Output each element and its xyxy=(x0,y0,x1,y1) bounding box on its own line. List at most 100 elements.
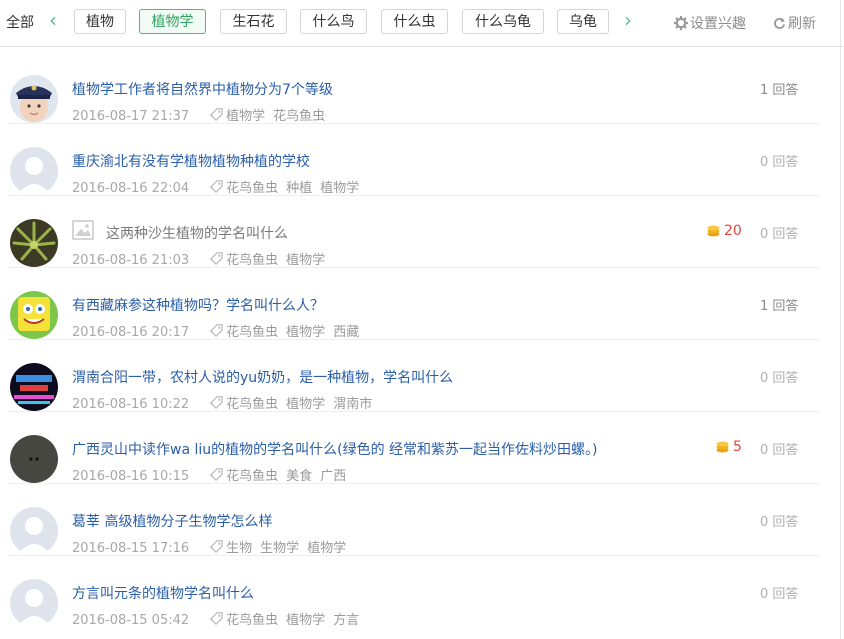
all-tags-link[interactable]: 全部 xyxy=(6,12,34,32)
question-tag-link[interactable]: 植物学 xyxy=(226,109,265,124)
question-time: 2016-08-16 10:22 xyxy=(72,397,190,412)
user-avatar[interactable] xyxy=(10,219,58,267)
question-tag-link[interactable]: 花鸟鱼虫 xyxy=(226,325,278,340)
tag-icon xyxy=(210,612,223,625)
tag-icon xyxy=(210,540,223,553)
question-title-link[interactable]: 葛莘 高级植物分子生物学怎么样 xyxy=(72,511,272,531)
bounty-badge: 5 xyxy=(716,439,742,455)
question-meta: 2016-08-16 22:04 花鸟鱼虫 种植 植物学 xyxy=(72,177,367,196)
tag-button-5[interactable]: 什么乌龟 xyxy=(462,9,544,34)
refresh-label: 刷新 xyxy=(788,16,816,32)
question-row: 渭南合阳一带，农村人说的yu奶奶，是一种植物，学名叫什么 2016-08-16 … xyxy=(0,340,844,412)
question-tag-link[interactable]: 花鸟鱼虫 xyxy=(226,397,278,412)
question-tag-link[interactable]: 方言 xyxy=(333,613,359,628)
answer-count[interactable]: 0 回答 xyxy=(760,439,798,458)
user-avatar[interactable] xyxy=(10,507,58,555)
question-time: 2016-08-15 05:42 xyxy=(72,613,190,628)
question-time: 2016-08-16 22:04 xyxy=(72,181,190,196)
question-title-link[interactable]: 重庆渝北有没有学植物植物种植的学校 xyxy=(72,151,310,171)
question-row: 这两种沙生植物的学名叫什么 2016-08-16 21:03 花鸟鱼虫 植物学 20… xyxy=(0,196,844,268)
refresh-icon xyxy=(774,17,786,29)
answer-count[interactable]: 0 回答 xyxy=(760,223,798,242)
question-tag-link[interactable]: 广西 xyxy=(320,469,346,484)
tag-button-1[interactable]: 植物学 xyxy=(139,9,206,34)
tag-icon xyxy=(210,108,223,121)
question-tag-link[interactable]: 种植 xyxy=(286,181,312,196)
user-avatar[interactable] xyxy=(10,147,58,195)
question-title-link[interactable]: 有西藏麻参这种植物吗？学名叫什么人？ xyxy=(72,295,324,315)
question-meta: 2016-08-16 21:03 花鸟鱼虫 植物学 xyxy=(72,249,333,268)
question-tag-link[interactable]: 花鸟鱼虫 xyxy=(226,613,278,628)
tag-icon xyxy=(210,468,223,481)
question-title-link[interactable]: 渭南合阳一带，农村人说的yu奶奶，是一种植物，学名叫什么 xyxy=(72,367,453,387)
question-tag-link[interactable]: 植物学 xyxy=(320,181,359,196)
user-avatar[interactable] xyxy=(10,75,58,123)
question-tag-link[interactable]: 花鸟鱼虫 xyxy=(226,253,278,268)
refresh-button[interactable]: 刷新 xyxy=(773,13,816,33)
question-meta: 2016-08-16 10:22 花鸟鱼虫 植物学 渭南市 xyxy=(72,393,380,412)
tag-icon xyxy=(210,324,223,337)
answer-count[interactable]: 1 回答 xyxy=(760,295,798,314)
settings-interest-label: 设置兴趣 xyxy=(690,16,746,32)
question-tag-link[interactable]: 花鸟鱼虫 xyxy=(226,181,278,196)
question-row: 重庆渝北有没有学植物植物种植的学校 2016-08-16 22:04 花鸟鱼虫 种植… xyxy=(0,124,844,196)
answer-count[interactable]: 0 回答 xyxy=(760,367,798,386)
user-avatar[interactable] xyxy=(10,291,58,339)
question-tag-link[interactable]: 生物学 xyxy=(260,541,299,556)
question-tag-link[interactable]: 植物学 xyxy=(286,397,325,412)
question-tag-link[interactable]: 植物学 xyxy=(286,253,325,268)
question-meta: 2016-08-16 10:15 花鸟鱼虫 美食 广西 xyxy=(72,465,354,484)
tag-button-6[interactable]: 乌龟 xyxy=(557,9,609,34)
image-attachment-icon xyxy=(72,220,94,240)
question-title-link[interactable]: 植物学工作者将自然界中植物分为7个等级 xyxy=(72,79,333,99)
question-row: 葛莘 高级植物分子生物学怎么样 2016-08-15 17:16 生物 生物学 植物学… xyxy=(0,484,844,556)
tag-button-2[interactable]: 生石花 xyxy=(220,9,287,34)
settings-interest-button[interactable]: 设置兴趣 xyxy=(673,13,746,33)
bounty-amount: 5 xyxy=(733,439,742,455)
question-list: 植物学工作者将自然界中植物分为7个等级 2016-08-17 21:37 植物学花… xyxy=(0,52,844,628)
tag-button-0[interactable]: 植物 xyxy=(74,9,126,34)
question-row: 有西藏麻参这种植物吗？学名叫什么人？ 2016-08-16 20:17 花鸟鱼虫植… xyxy=(0,268,844,340)
bounty-badge: 20 xyxy=(707,223,742,239)
coin-icon xyxy=(716,441,729,453)
question-meta: 2016-08-15 05:42 花鸟鱼虫 植物学 方言 xyxy=(72,609,367,628)
user-avatar[interactable] xyxy=(10,579,58,627)
question-title-link[interactable]: 这两种沙生植物的学名叫什么 xyxy=(106,223,288,243)
question-tag-link[interactable]: 西藏 xyxy=(333,325,359,340)
question-meta: 2016-08-15 17:16 生物 生物学 植物学 xyxy=(72,537,354,556)
question-title-link[interactable]: 方言叫元条的植物学名叫什么 xyxy=(72,583,254,603)
scroll-left-arrow-icon[interactable]: ‹ xyxy=(49,8,57,32)
question-meta: 2016-08-17 21:37 植物学 花鸟鱼虫 xyxy=(72,105,333,124)
question-tag-link[interactable]: 植物学 xyxy=(286,613,325,628)
question-title-link[interactable]: 广西灵山中读作wa liu的植物的学名叫什么(绿色的 经常和紫苏一起当作佐料炒田… xyxy=(72,439,598,459)
question-tag-link[interactable]: 美食 xyxy=(286,469,312,484)
question-time: 2016-08-17 21:37 xyxy=(72,109,190,124)
question-tag-link[interactable]: 渭南市 xyxy=(333,397,372,412)
tag-button-3[interactable]: 什么鸟 xyxy=(300,9,367,34)
question-tag-link[interactable]: 植物学 xyxy=(286,325,325,340)
coin-icon xyxy=(707,225,720,237)
scroll-right-arrow-icon[interactable]: › xyxy=(624,8,632,32)
answer-count[interactable]: 0 回答 xyxy=(760,151,798,170)
interest-tag-bar: 全部 ‹ 植物 植物学 生石花 什么鸟 什么虫 什么乌龟 乌龟 › 设置兴趣 刷… xyxy=(0,0,844,47)
tag-icon xyxy=(210,252,223,265)
question-row: 方言叫元条的植物学名叫什么 2016-08-15 05:42 花鸟鱼虫 植物学 方言 … xyxy=(0,556,844,628)
bounty-amount: 20 xyxy=(724,223,742,239)
answer-count[interactable]: 0 回答 xyxy=(760,583,798,602)
user-avatar[interactable] xyxy=(10,435,58,483)
question-tag-link[interactable]: 生物 xyxy=(226,541,252,556)
user-avatar[interactable] xyxy=(10,363,58,411)
answer-count[interactable]: 1 回答 xyxy=(760,79,798,98)
question-tag-link[interactable]: 花鸟鱼虫 xyxy=(226,469,278,484)
question-time: 2016-08-15 17:16 xyxy=(72,541,190,556)
question-tag-link[interactable]: 植物学 xyxy=(307,541,346,556)
tag-icon xyxy=(210,180,223,193)
question-tag-link[interactable]: 花鸟鱼虫 xyxy=(273,109,325,124)
question-time: 2016-08-16 10:15 xyxy=(72,469,190,484)
question-row: 植物学工作者将自然界中植物分为7个等级 2016-08-17 21:37 植物学花… xyxy=(0,52,844,124)
answer-count[interactable]: 0 回答 xyxy=(760,511,798,530)
question-meta: 2016-08-16 20:17 花鸟鱼虫 植物学 西藏 xyxy=(72,321,367,340)
question-time: 2016-08-16 20:17 xyxy=(72,325,190,340)
gear-icon xyxy=(673,15,689,31)
tag-button-4[interactable]: 什么虫 xyxy=(381,9,448,34)
